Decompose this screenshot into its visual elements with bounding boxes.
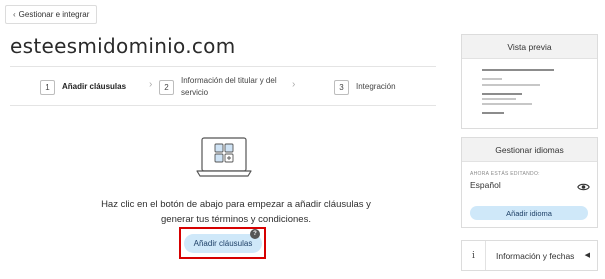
info-icon: i: [462, 241, 486, 270]
step-add-clauses[interactable]: 1 Añadir cláusulas: [40, 67, 126, 107]
step-number: 2: [159, 79, 174, 95]
step-number: 3: [334, 79, 349, 95]
back-button[interactable]: ‹ Gestionar e integrar: [5, 5, 98, 24]
empty-state-line-2: generar tus términos y condiciones.: [161, 214, 311, 225]
chevron-right-icon: ›: [149, 79, 153, 90]
step-label: Añadir cláusulas: [62, 82, 127, 91]
empty-state-message: Haz clic en el botón de abajo para empez…: [60, 197, 412, 227]
chevron-left-icon: ‹: [13, 10, 16, 19]
caret-left-icon: ◀: [584, 252, 590, 259]
step-integration[interactable]: 3 Integración: [334, 67, 396, 107]
empty-state-line-1: Haz clic en el botón de abajo para empez…: [101, 199, 371, 210]
page-title: esteesmidominio.com: [10, 34, 236, 58]
step-label: Información del titular y del servicio: [181, 75, 277, 99]
stepper: 1 Añadir cláusulas › 2 Información del t…: [10, 66, 436, 106]
document-thumbnail: [474, 65, 585, 123]
preview-panel[interactable]: Vista previa: [461, 34, 598, 129]
current-language: Español: [470, 180, 501, 190]
help-badge-icon[interactable]: ?: [250, 229, 260, 239]
languages-panel-title: Gestionar idiomas: [462, 138, 597, 162]
chevron-right-icon: ›: [292, 79, 296, 90]
back-button-label: Gestionar e integrar: [18, 10, 90, 19]
languages-panel: Gestionar idiomas AHORA ESTÁS EDITANDO: …: [461, 137, 598, 228]
add-language-button[interactable]: Añadir idioma: [470, 206, 588, 220]
step-number: 1: [40, 79, 55, 95]
info-dates-label: Información y fechas: [496, 251, 575, 261]
editing-caption: AHORA ESTÁS EDITANDO:: [470, 171, 540, 177]
preview-panel-title: Vista previa: [462, 35, 597, 59]
info-dates-panel[interactable]: i Información y fechas ◀: [461, 240, 598, 271]
step-label: Integración: [356, 82, 396, 91]
step-owner-info[interactable]: 2 Información del titular y del servicio: [159, 67, 277, 107]
step-label-line-1: Información del titular y del: [181, 76, 277, 85]
laptop-grid-add-icon: [196, 137, 252, 186]
step-label-line-2: servicio: [181, 88, 209, 97]
eye-icon[interactable]: [577, 179, 590, 197]
